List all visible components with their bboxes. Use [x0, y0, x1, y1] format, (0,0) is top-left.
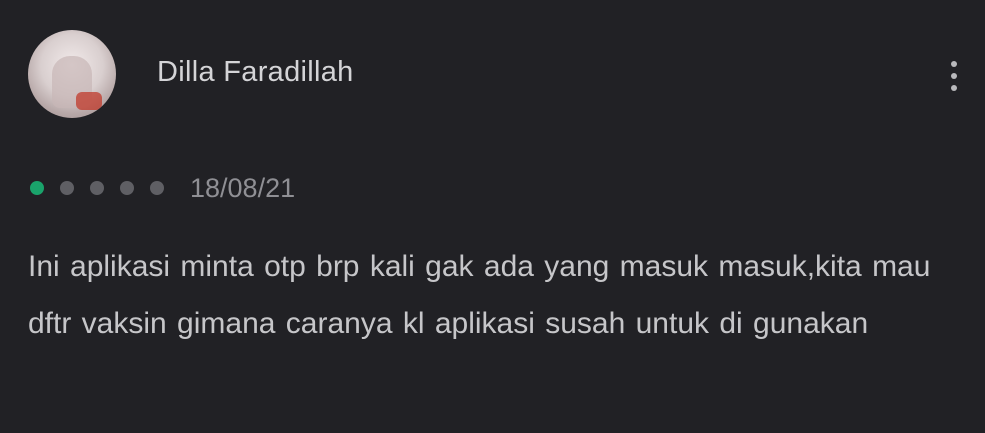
- review-text: Ini aplikasi minta otp brp kali gak ada …: [28, 250, 931, 340]
- star-icon-filled: [30, 181, 44, 195]
- star-icon-empty: [120, 181, 134, 195]
- star-rating: [30, 181, 180, 195]
- rating-row: 18/08/21: [30, 170, 295, 206]
- avatar-accent: [76, 92, 102, 110]
- more-vertical-icon[interactable]: [934, 50, 974, 102]
- review-date: 18/08/21: [190, 172, 296, 203]
- menu-dot: [951, 73, 957, 79]
- menu-dot: [951, 61, 957, 67]
- review-card: Dilla Faradillah 18/08/21 Ini aplikasi m…: [0, 0, 985, 433]
- star-icon-empty: [90, 181, 104, 195]
- avatar: [28, 30, 116, 118]
- menu-dot: [951, 85, 957, 91]
- star-icon-empty: [60, 181, 74, 195]
- reviewer-name: Dilla Faradillah: [157, 56, 354, 88]
- star-icon-empty: [150, 181, 164, 195]
